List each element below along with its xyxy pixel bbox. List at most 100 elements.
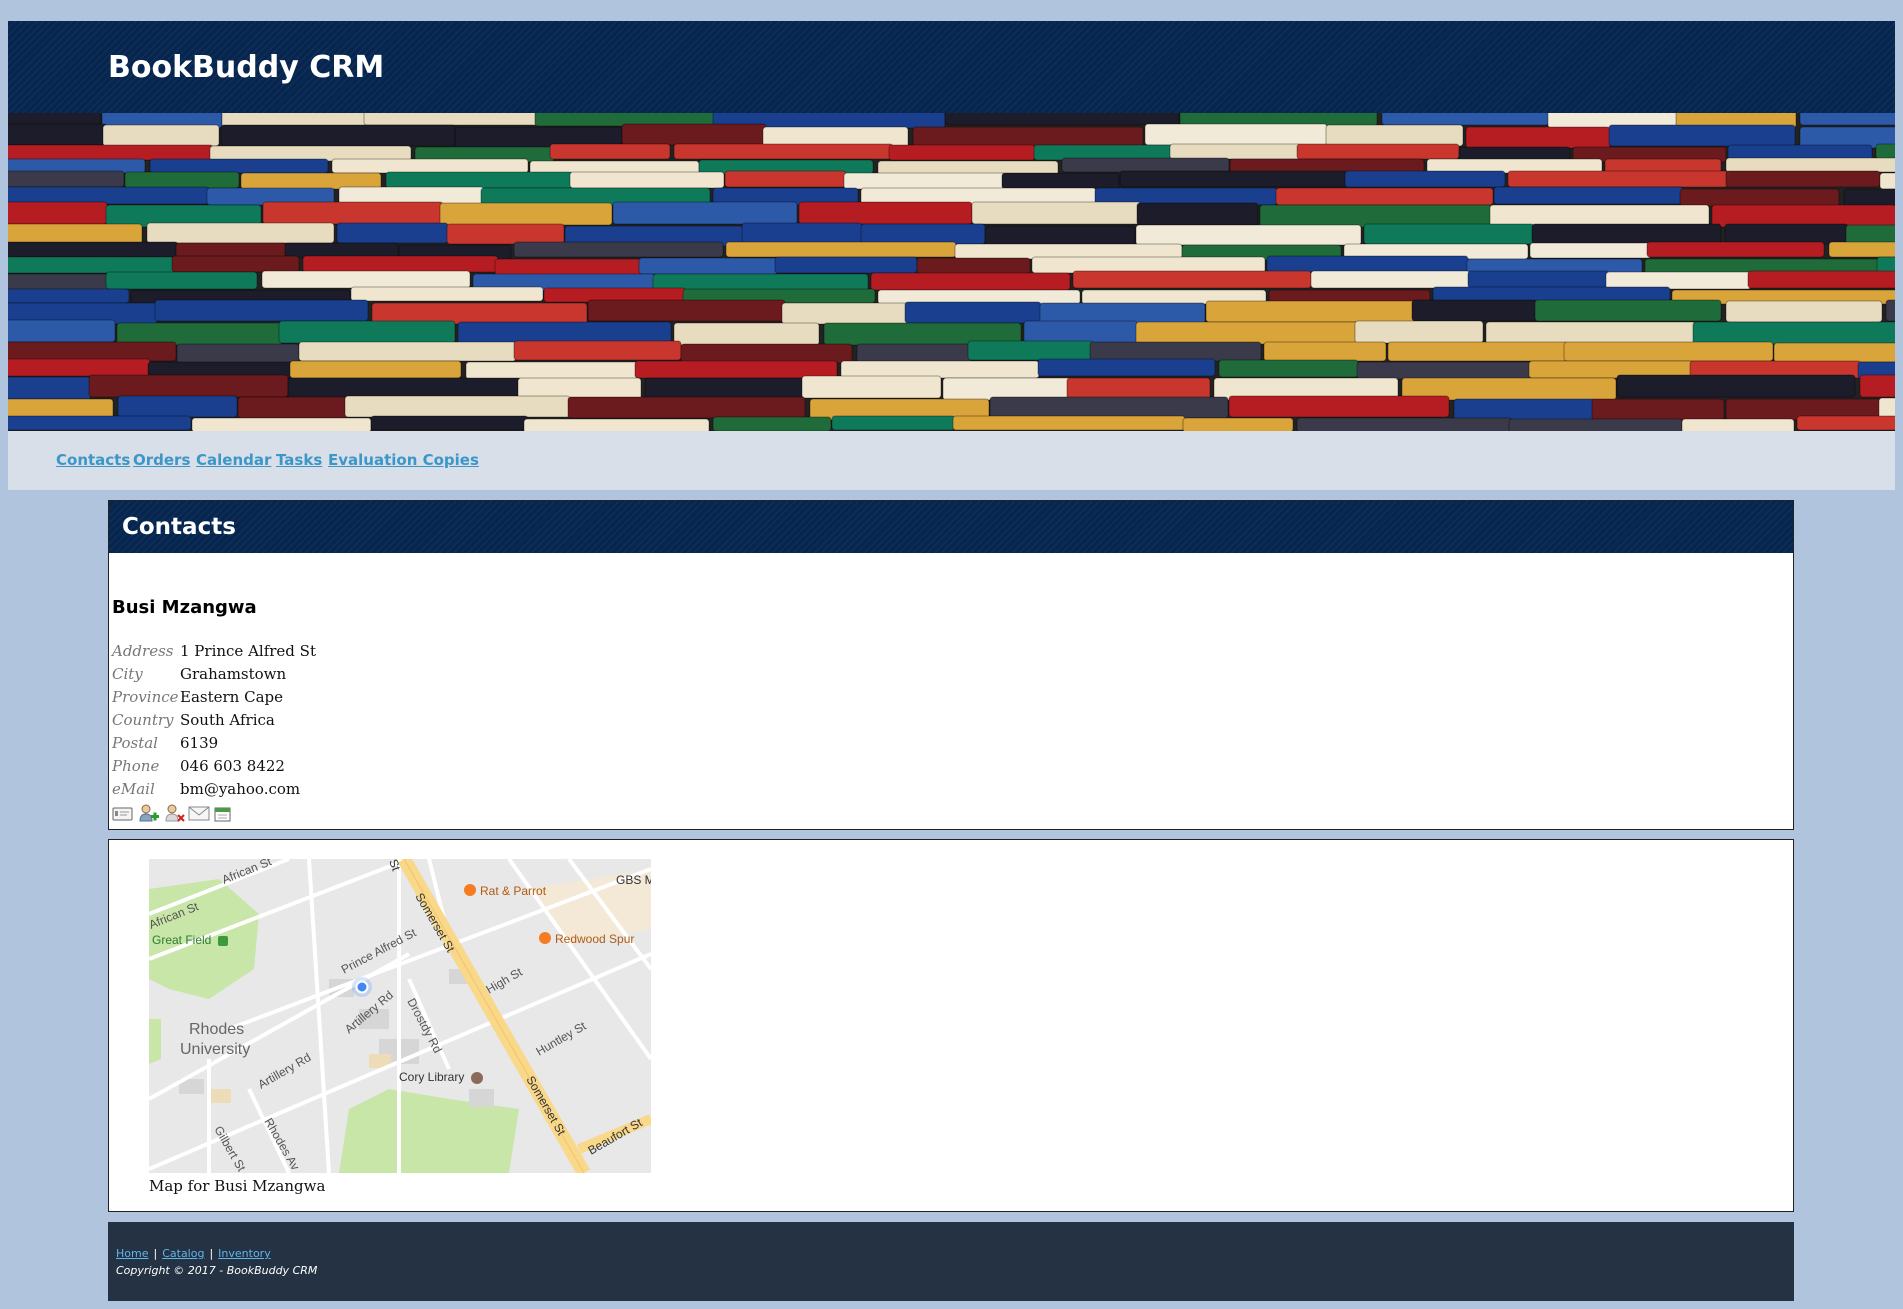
book-spine xyxy=(344,395,571,418)
book-spine xyxy=(278,320,456,344)
book-spine xyxy=(8,288,130,304)
book-spine xyxy=(1725,157,1895,173)
book-spine xyxy=(146,222,335,244)
book-spine xyxy=(1608,124,1796,147)
book-spine xyxy=(1467,270,1610,289)
book-spine xyxy=(1529,242,1652,259)
book-spine xyxy=(971,201,1142,225)
nav-contacts[interactable]: Contacts xyxy=(56,451,130,469)
book-spine xyxy=(840,360,1040,379)
book-spine xyxy=(350,286,544,302)
nav-evaluation-copies[interactable]: Evaluation Copies xyxy=(328,451,479,469)
nav-orders[interactable]: Orders xyxy=(133,451,190,469)
field-value: South Africa xyxy=(180,711,275,729)
field-label: Country xyxy=(112,711,174,729)
book-spine xyxy=(1591,398,1725,421)
book-spine xyxy=(298,341,517,362)
books-banner-art xyxy=(8,113,1895,431)
park-marker-icon xyxy=(218,936,228,946)
map-label: Cory Library xyxy=(399,1070,464,1084)
book-spine xyxy=(1724,223,1849,245)
book-spine xyxy=(1037,358,1216,377)
book-spine xyxy=(1310,270,1471,289)
nav-tasks[interactable]: Tasks xyxy=(276,451,322,469)
restaurant-marker-icon xyxy=(464,884,476,896)
book-spine xyxy=(8,201,108,225)
map-label: Rat & Parrot xyxy=(480,884,547,898)
book-spine xyxy=(1275,187,1494,206)
book-spine xyxy=(1432,286,1671,302)
map-label: Great Field xyxy=(152,933,211,947)
footer-link-catalog[interactable]: Catalog xyxy=(162,1247,204,1260)
book-spine xyxy=(8,376,92,400)
site-footer: Home | Catalog | Inventory Copyright © 2017 … xyxy=(108,1222,1794,1301)
book-spine xyxy=(1796,415,1895,431)
library-marker-icon xyxy=(471,1072,483,1084)
footer-link-home[interactable]: Home xyxy=(116,1247,148,1260)
contacts-panel: Contacts Busi Mzangwa Address 1 Prince Al… xyxy=(108,500,1794,830)
map-building xyxy=(211,1089,231,1103)
book-spine xyxy=(774,256,918,274)
footer-link-inventory[interactable]: Inventory xyxy=(218,1247,271,1260)
remove-user-icon[interactable] xyxy=(164,803,186,823)
field-email: eMail bm@yahoo.com xyxy=(112,778,316,801)
book-spine xyxy=(513,241,724,258)
footer-links: Home | Catalog | Inventory xyxy=(116,1247,271,1260)
map-park-area xyxy=(149,1019,161,1064)
book-spine xyxy=(1411,299,1538,322)
book-spine xyxy=(831,415,956,431)
book-spine xyxy=(465,361,639,380)
field-phone: Phone 046 603 8422 xyxy=(112,755,316,778)
book-spine xyxy=(888,144,1036,161)
book-spine xyxy=(1531,223,1722,245)
book-spine xyxy=(1605,271,1752,290)
footer-separator: | xyxy=(153,1247,158,1260)
book-spine xyxy=(1679,188,1840,207)
field-province: ProvinceEastern Cape xyxy=(112,686,316,709)
book-spine xyxy=(673,322,820,346)
field-value: 1 Prince Alfred St xyxy=(180,642,316,660)
book-spine xyxy=(1266,255,1469,273)
map-label: Rhodes xyxy=(189,1021,244,1038)
calendar-icon[interactable] xyxy=(212,803,234,823)
map-panel: African St African St Great Field Prince… xyxy=(108,839,1794,1212)
book-spine xyxy=(870,272,1071,291)
book-spine xyxy=(302,255,499,273)
book-spine xyxy=(1356,361,1534,380)
book-spine xyxy=(1453,398,1597,421)
book-spine xyxy=(1344,170,1506,188)
book-spine xyxy=(741,222,863,244)
book-spine xyxy=(916,257,1031,275)
book-spine xyxy=(494,258,644,276)
book-spine xyxy=(1465,126,1611,149)
book-spine xyxy=(1089,341,1262,362)
book-spine xyxy=(523,418,710,431)
add-user-icon[interactable] xyxy=(138,803,160,823)
book-spine xyxy=(712,416,832,431)
contacts-panel-header: Contacts xyxy=(109,501,1793,553)
nav-calendar[interactable]: Calendar xyxy=(196,451,271,469)
book-spine xyxy=(8,123,108,146)
book-spine xyxy=(1387,341,1569,362)
book-spine xyxy=(680,343,853,364)
book-spine xyxy=(1001,172,1120,190)
id-card-icon[interactable] xyxy=(112,803,134,823)
book-spine xyxy=(725,241,957,258)
book-spine xyxy=(1493,186,1684,205)
field-value: 6139 xyxy=(180,734,219,752)
book-spine xyxy=(261,270,471,289)
book-spine xyxy=(1135,321,1359,345)
email-icon[interactable] xyxy=(188,803,210,823)
site-header: BookBuddy CRM xyxy=(8,21,1895,113)
book-spine xyxy=(673,143,894,160)
book-spine xyxy=(8,144,214,161)
book-spine xyxy=(1354,320,1484,344)
book-spine xyxy=(117,395,238,418)
book-spine xyxy=(856,343,972,364)
book-spine xyxy=(370,415,529,431)
location-map[interactable]: African St African St Great Field Prince… xyxy=(149,859,651,1173)
book-spine xyxy=(8,273,111,292)
field-address: Address 1 Prince Alfred St xyxy=(112,640,316,663)
book-spine xyxy=(549,143,671,160)
banner-image xyxy=(8,113,1895,431)
